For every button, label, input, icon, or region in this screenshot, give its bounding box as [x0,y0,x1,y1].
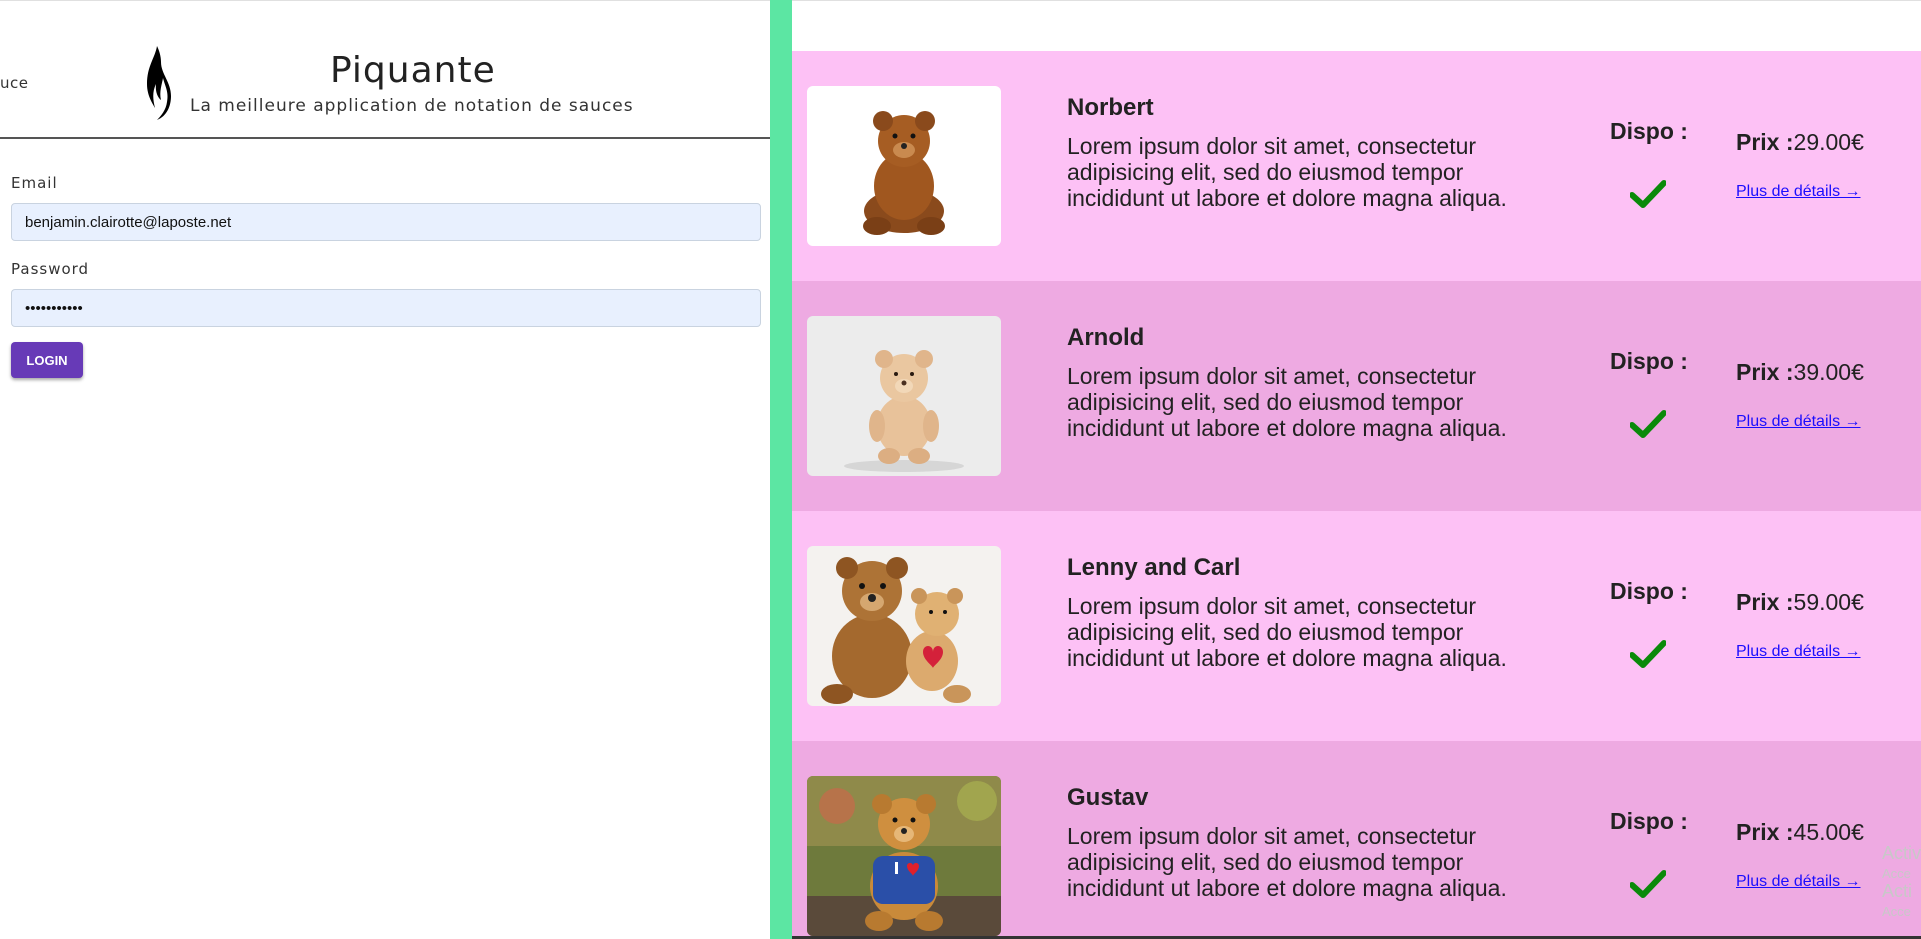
activation-watermark-line: Activ [1882,843,1921,863]
product-card: Arnold Lorem ipsum dolor sit amet, conse… [792,281,1921,511]
activation-watermark-line: Acce [1882,904,1911,919]
email-field[interactable] [11,203,761,241]
flame-logo-icon [147,46,171,120]
login-window: uce Piquante La meilleure application de… [0,0,770,939]
nav-link-truncated[interactable]: uce [0,74,28,92]
price-value: 39.00€ [1793,359,1864,385]
product-image-gustav[interactable] [807,776,1001,936]
window-split-divider[interactable] [770,0,792,939]
product-list-window: Norbert Lorem ipsum dolor sit amet, cons… [792,0,1921,939]
product-image-arnold[interactable] [807,316,1001,476]
password-label: Password [11,260,90,278]
price-label: Prix : [1736,129,1794,155]
header-divider [0,137,770,139]
activation-watermark-line: Acti [1882,881,1913,901]
details-link[interactable]: Plus de détails → [1736,873,1861,891]
availability-label: Dispo : [1610,348,1688,374]
page-top-bar [792,0,1921,51]
price-label: Prix : [1736,589,1794,615]
product-card: Lenny and Carl Lorem ipsum dolor sit ame… [792,511,1921,741]
price-value: 59.00€ [1793,589,1864,615]
price-value: 45.00€ [1793,819,1864,845]
product-image-norbert[interactable] [807,86,1001,246]
product-description: Lorem ipsum dolor sit amet, consectetur … [1067,593,1507,671]
password-field[interactable] [11,289,761,327]
details-link[interactable]: Plus de détails → [1736,643,1861,661]
availability-label: Dispo : [1610,118,1688,144]
price-value: 29.00€ [1793,129,1864,155]
price-label: Prix : [1736,819,1794,845]
details-link[interactable]: Plus de détails → [1736,183,1861,201]
product-price: Prix :45.00€ [1736,819,1864,846]
availability-label: Dispo : [1610,578,1688,604]
check-icon [1630,180,1666,208]
brand-title: Piquante [330,50,496,91]
activation-watermark-line: Acce [1882,866,1911,881]
product-description: Lorem ipsum dolor sit amet, consectetur … [1067,363,1507,441]
check-icon [1630,870,1666,898]
price-label: Prix : [1736,359,1794,385]
product-price: Prix :39.00€ [1736,359,1864,386]
product-name[interactable]: Norbert [1067,94,1154,122]
details-link[interactable]: Plus de détails → [1736,413,1861,431]
product-price: Prix :59.00€ [1736,589,1864,616]
product-price: Prix :29.00€ [1736,129,1864,156]
product-card: Norbert Lorem ipsum dolor sit amet, cons… [792,51,1921,281]
product-image-lenny-and-carl[interactable] [807,546,1001,706]
check-icon [1630,410,1666,438]
product-name[interactable]: Gustav [1067,784,1148,812]
brand-subtitle: La meilleure application de notation de … [190,96,634,116]
check-icon [1630,640,1666,668]
product-description: Lorem ipsum dolor sit amet, consectetur … [1067,133,1507,211]
login-button[interactable]: LOGIN [11,342,83,378]
product-name[interactable]: Arnold [1067,324,1144,352]
product-description: Lorem ipsum dolor sit amet, consectetur … [1067,823,1507,901]
availability-label: Dispo : [1610,808,1688,834]
product-name[interactable]: Lenny and Carl [1067,554,1240,582]
email-label: Email [11,174,58,192]
product-card: Gustav Lorem ipsum dolor sit amet, conse… [792,741,1921,939]
window-top-border [0,0,770,1]
